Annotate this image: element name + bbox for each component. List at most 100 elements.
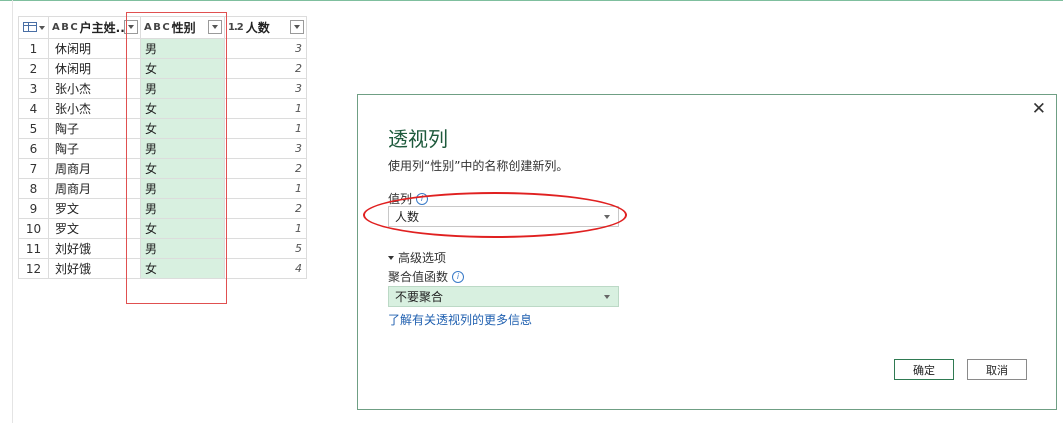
dialog-title: 透视列	[388, 127, 448, 151]
chevron-down-icon	[604, 295, 610, 299]
row-number[interactable]: 5	[18, 118, 49, 139]
chevron-down-icon	[604, 215, 610, 219]
advanced-options-toggle[interactable]: 高级选项	[388, 249, 446, 266]
row-number[interactable]: 7	[18, 158, 49, 179]
cell-gender[interactable]: 男	[140, 238, 225, 259]
cell-householder[interactable]: 罗文	[48, 198, 141, 219]
cell-count[interactable]: 2	[224, 158, 307, 179]
values-column-label: 值列 i	[388, 190, 429, 207]
column-header-label: 户主姓...	[79, 21, 130, 35]
cell-count[interactable]: 1	[224, 218, 307, 239]
advanced-options-label: 高级选项	[398, 251, 447, 265]
row-number[interactable]: 6	[18, 138, 49, 159]
row-number[interactable]: 11	[18, 238, 49, 259]
table-row: 6 陶子男 3	[18, 138, 307, 159]
cell-householder[interactable]: 周商月	[48, 158, 141, 179]
cell-gender[interactable]: 女	[140, 218, 225, 239]
dialog-description: 使用列“性别”中的名称创建新列。	[388, 159, 569, 173]
cell-gender[interactable]: 男	[140, 198, 225, 219]
column-header-gender[interactable]: A B C 性别	[140, 16, 225, 39]
cell-householder[interactable]: 陶子	[48, 138, 141, 159]
close-icon[interactable]: ✕	[1032, 99, 1046, 119]
column-filter-button[interactable]	[290, 20, 304, 34]
cell-count[interactable]: 3	[224, 78, 307, 99]
cell-gender[interactable]: 女	[140, 158, 225, 179]
row-number[interactable]: 9	[18, 198, 49, 219]
cell-householder[interactable]: 陶子	[48, 118, 141, 139]
row-number[interactable]: 4	[18, 98, 49, 119]
top-border	[0, 0, 1063, 1]
aggregate-function-selected: 不要聚合	[395, 290, 444, 304]
info-icon[interactable]: i	[416, 192, 429, 205]
cell-gender[interactable]: 女	[140, 98, 225, 119]
row-number[interactable]: 10	[18, 218, 49, 239]
cancel-button[interactable]: 取消	[967, 359, 1027, 380]
cell-gender[interactable]: 男	[140, 138, 225, 159]
values-column-label-text: 值列	[388, 192, 413, 206]
table-row: 2 休闲明女 2	[18, 58, 307, 79]
column-header-householder[interactable]: A B C 户主姓...	[48, 16, 141, 39]
learn-more-link[interactable]: 了解有关透视列的更多信息	[388, 311, 532, 328]
values-column-selected: 人数	[395, 210, 420, 224]
table-row: 4 张小杰女 1	[18, 98, 307, 119]
text-type-icon: A B C	[144, 22, 170, 33]
cell-gender[interactable]: 女	[140, 258, 225, 279]
cell-count[interactable]: 3	[224, 38, 307, 59]
decimal-type-icon: 1.2	[228, 22, 244, 33]
row-number[interactable]: 2	[18, 58, 49, 79]
table-row: 3 张小杰男 3	[18, 78, 307, 99]
table-row: 7 周商月女 2	[18, 158, 307, 179]
aggregate-function-label-text: 聚合值函数	[388, 270, 449, 284]
grid-header-row: A B C 户主姓... A B C 性别 1.2 人数	[18, 16, 307, 39]
aggregate-function-select[interactable]: 不要聚合	[388, 286, 619, 307]
column-filter-button[interactable]	[124, 20, 138, 34]
cell-count[interactable]: 1	[224, 118, 307, 139]
cell-householder[interactable]: 张小杰	[48, 98, 141, 119]
cell-householder[interactable]: 罗文	[48, 218, 141, 239]
table-row: 10 罗文女 1	[18, 218, 307, 239]
cell-gender[interactable]: 男	[140, 38, 225, 59]
cell-householder[interactable]: 刘好饿	[48, 238, 141, 259]
cell-householder[interactable]: 周商月	[48, 178, 141, 199]
data-grid: A B C 户主姓... A B C 性别 1.2 人数 1 休闲明 男 3 2…	[18, 16, 307, 279]
column-header-label: 人数	[245, 21, 270, 35]
left-border	[12, 0, 13, 423]
column-header-count[interactable]: 1.2 人数	[224, 16, 307, 39]
cell-count[interactable]: 5	[224, 238, 307, 259]
cell-count[interactable]: 2	[224, 198, 307, 219]
table-row: 1 休闲明男 3	[18, 38, 307, 59]
cell-gender[interactable]: 女	[140, 58, 225, 79]
pivot-column-dialog: ✕ 透视列 使用列“性别”中的名称创建新列。 值列 i 人数 高级选项 聚合值函…	[357, 94, 1057, 410]
cell-count[interactable]: 3	[224, 138, 307, 159]
cell-count[interactable]: 4	[224, 258, 307, 279]
cell-householder[interactable]: 休闲明	[48, 58, 141, 79]
table-row: 8 周商月男 1	[18, 178, 307, 199]
cell-count[interactable]: 1	[224, 178, 307, 199]
column-filter-button[interactable]	[208, 20, 222, 34]
table-row: 9 罗文男 2	[18, 198, 307, 219]
aggregate-function-label: 聚合值函数 i	[388, 268, 465, 285]
cell-count[interactable]: 1	[224, 98, 307, 119]
text-type-icon: A B C	[52, 22, 78, 33]
table-row: 11 刘好饿男 5	[18, 238, 307, 259]
cell-gender[interactable]: 男	[140, 178, 225, 199]
cell-count[interactable]: 2	[224, 58, 307, 79]
info-icon[interactable]: i	[452, 270, 465, 283]
table-menu-button[interactable]	[18, 16, 49, 39]
row-number[interactable]: 3	[18, 78, 49, 99]
table-icon	[23, 21, 37, 32]
expand-triangle-icon	[388, 255, 394, 260]
cell-householder[interactable]: 刘好饿	[48, 258, 141, 279]
ok-button[interactable]: 确定	[894, 359, 954, 380]
table-row: 5 陶子女 1	[18, 118, 307, 139]
cell-householder[interactable]: 休闲明	[48, 38, 141, 59]
row-number[interactable]: 1	[18, 38, 49, 59]
cell-householder[interactable]: 张小杰	[48, 78, 141, 99]
table-row: 12 刘好饿女 4	[18, 258, 307, 279]
cell-gender[interactable]: 男	[140, 78, 225, 99]
column-header-label: 性别	[171, 21, 196, 35]
cell-gender[interactable]: 女	[140, 118, 225, 139]
row-number[interactable]: 8	[18, 178, 49, 199]
values-column-select[interactable]: 人数	[388, 206, 619, 227]
row-number[interactable]: 12	[18, 258, 49, 279]
